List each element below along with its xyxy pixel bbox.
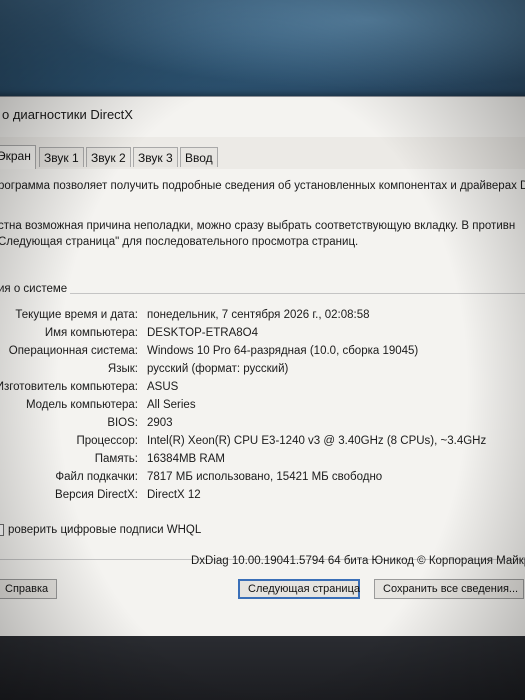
whql-check-row[interactable]: роверить цифровые подписи WHQL <box>0 521 201 537</box>
info-row-language: Язык: русский (формат: русский) <box>0 360 525 378</box>
dxdiag-window: о диагностики DirectX Экран Звук 1 Звук … <box>0 96 525 637</box>
info-row-directx: Версия DirectX: DirectX 12 <box>0 486 525 504</box>
window-title: о диагностики DirectX <box>2 107 133 122</box>
language-value: русский (формат: русский) <box>147 363 289 375</box>
next-page-button[interactable]: Следующая страница <box>238 579 360 599</box>
manufacturer-value: ASUS <box>147 381 179 393</box>
datetime-value: понедельник, 7 сентября 2026 г., 02:08:5… <box>147 309 370 321</box>
os-label: Операционная система: <box>8 345 138 357</box>
whql-checkbox[interactable] <box>0 523 4 536</box>
save-all-info-button[interactable]: Сохранить все сведения... <box>374 579 524 599</box>
tab-input[interactable]: Ввод <box>180 147 218 167</box>
title-bar[interactable]: о диагностики DirectX <box>0 97 525 137</box>
directx-version-value: DirectX 12 <box>147 489 201 501</box>
info-row-bios: BIOS: 2903 <box>0 414 525 432</box>
photo-of-monitor: о диагностики DirectX Экран Звук 1 Звук … <box>0 0 525 700</box>
info-row-model: Модель компьютера: All Series <box>0 396 525 414</box>
info-row-processor: Процессор: Intel(R) Xeon(R) CPU E3-1240 … <box>0 432 525 450</box>
os-value: Windows 10 Pro 64-разрядная (10.0, сборк… <box>147 345 419 357</box>
intro-text-line-3: Следующая страница" для последовательног… <box>0 236 359 248</box>
system-info-group-title: ия о системе <box>0 283 71 295</box>
tab-strip: Экран Звук 1 Звук 2 Звук 3 Ввод <box>0 145 525 170</box>
info-row-computer-name: Имя компьютера: DESKTOP-ETRA8O4 <box>0 324 525 342</box>
processor-value: Intel(R) Xeon(R) CPU E3-1240 v3 @ 3.40GH… <box>147 435 487 447</box>
info-row-pagefile: Файл подкачки: 7817 МБ использовано, 154… <box>0 468 525 486</box>
desktop-wallpaper <box>0 0 525 100</box>
tab-sound-3[interactable]: Звук 3 <box>133 147 178 167</box>
info-row-os: Операционная система: Windows 10 Pro 64-… <box>0 342 525 360</box>
model-label: Модель компьютера: <box>25 399 138 411</box>
language-label: Язык: <box>107 363 138 375</box>
system-info-group: Текущие время и дата: понедельник, 7 сен… <box>0 293 525 560</box>
tab-sound-1[interactable]: Звук 1 <box>39 147 84 167</box>
monitor-bezel <box>0 636 525 700</box>
processor-label: Процессор: <box>76 435 138 447</box>
intro-text-line-1: рограмма позволяет получить подробные св… <box>0 180 525 192</box>
memory-value: 16384MB RAM <box>147 453 225 465</box>
info-row-manufacturer: Изготовитель компьютера: ASUS <box>0 378 525 396</box>
computer-name-label: Имя компьютера: <box>44 327 138 339</box>
intro-text-line-2: стна возможная причина неполадки, можно … <box>0 220 516 232</box>
info-row-memory: Память: 16384MB RAM <box>0 450 525 468</box>
pagefile-value: 7817 МБ использовано, 15421 МБ свободно <box>147 471 383 483</box>
help-button[interactable]: Справка <box>0 579 58 599</box>
tab-sound-2[interactable]: Звук 2 <box>86 147 131 167</box>
model-value: All Series <box>147 399 196 411</box>
memory-label: Память: <box>94 453 138 465</box>
computer-name-value: DESKTOP-ETRA8O4 <box>147 327 258 339</box>
info-row-datetime: Текущие время и дата: понедельник, 7 сен… <box>0 306 525 324</box>
dxdiag-version-text: DxDiag 10.00.19041.5794 64 бита Юникод ©… <box>191 555 525 567</box>
system-tab-panel: рограмма позволяет получить подробные св… <box>0 169 525 637</box>
directx-version-label: Версия DirectX: <box>55 489 138 501</box>
whql-checkbox-label: роверить цифровые подписи WHQL <box>8 523 202 536</box>
pagefile-label: Файл подкачки: <box>55 471 138 483</box>
datetime-label: Текущие время и дата: <box>15 309 138 321</box>
manufacturer-label: Изготовитель компьютера: <box>0 381 138 393</box>
bios-label: BIOS: <box>107 417 138 429</box>
tab-screen[interactable]: Экран <box>0 145 36 169</box>
bios-value: 2903 <box>147 417 173 429</box>
